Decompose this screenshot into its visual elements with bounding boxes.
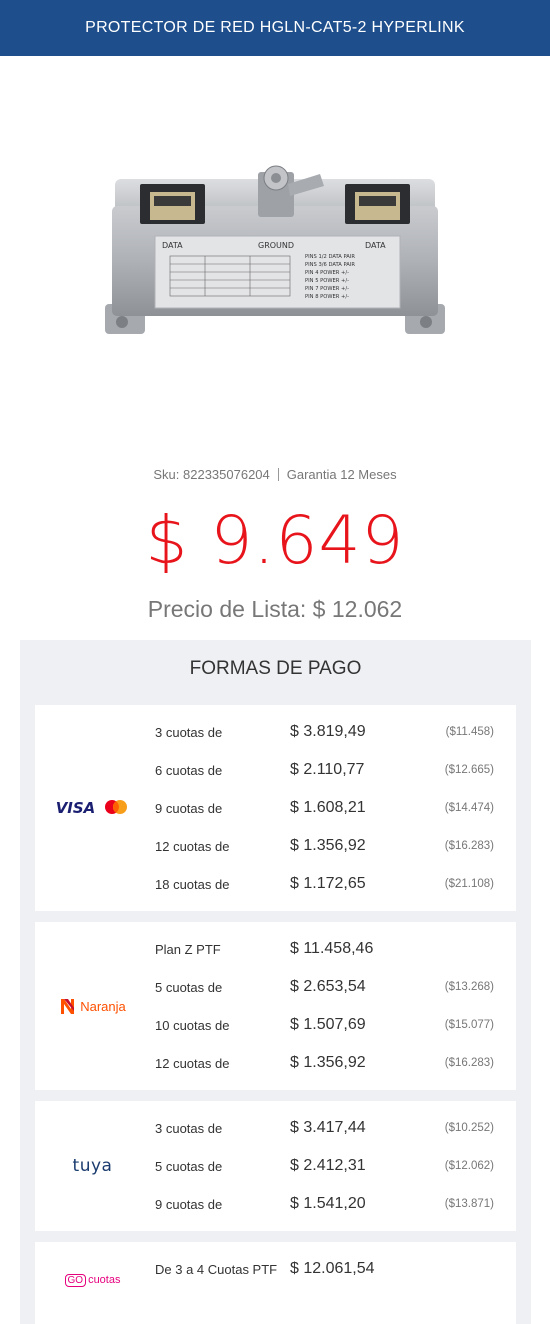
- installment-total: ($13.268): [444, 981, 494, 993]
- pin-label: PIN 5 POWER +/-: [305, 278, 349, 284]
- installment-amount: $ 1.507,69: [290, 1016, 366, 1033]
- installment-label: 18 cuotas de: [155, 876, 230, 892]
- product-price: $ 9.649: [145, 502, 405, 579]
- payment-card-tuya: tuya 3 cuotas de $ 3.417,44 ($10.252) 5 …: [35, 1101, 516, 1231]
- page-title: PROTECTOR DE RED HGLN-CAT5-2 HYPERLINK: [85, 19, 465, 36]
- installment-row: 5 cuotas de $ 2.653,54 ($13.268): [155, 968, 494, 1006]
- payment-methods-title: FORMAS DE PAGO: [189, 658, 362, 679]
- installment-amount: $ 2.412,31: [290, 1157, 366, 1174]
- installment-row: 3 cuotas de $ 3.819,49 ($11.458): [155, 713, 494, 751]
- installment-total: ($14.474): [444, 802, 494, 814]
- installment-label: 9 cuotas de: [155, 1196, 223, 1212]
- installment-total: ($15.077): [444, 1019, 494, 1031]
- installment-amount: $ 1.356,92: [290, 837, 366, 854]
- image-label-data-right: DATA: [365, 241, 386, 250]
- installment-label: 9 cuotas de: [155, 800, 223, 816]
- installment-label: 12 cuotas de: [155, 838, 230, 854]
- product-meta: Sku: 822335076204 Garantia 12 Meses: [0, 467, 550, 482]
- gocuotas-logo: GO cuotas: [35, 1262, 150, 1298]
- installment-row: 18 cuotas de $ 1.172,65 ($21.108): [155, 865, 494, 903]
- installment-amount: $ 2.110,77: [290, 761, 365, 778]
- installment-row: 5 cuotas de $ 2.412,31 ($12.062): [155, 1147, 494, 1185]
- installment-total: ($13.871): [444, 1198, 494, 1210]
- installment-total: ($10.252): [444, 1122, 494, 1134]
- installment-label: 5 cuotas de: [155, 979, 223, 995]
- installment-label: 12 cuotas de: [155, 1055, 230, 1071]
- payment-card-visa-mastercard: VISA 3 cuotas de $ 3.819,49 ($11.458) 6 …: [35, 705, 516, 911]
- installment-amount: $ 3.819,49: [290, 723, 366, 740]
- payment-methods-panel: FORMAS DE PAGO VISA 3 cuotas de $ 3.819,…: [20, 640, 531, 1324]
- installment-row: 9 cuotas de $ 1.608,21 ($14.474): [155, 789, 494, 827]
- mastercard-icon: [105, 800, 128, 814]
- pin-label: PINS 1/2 DATA PAIR: [305, 254, 355, 260]
- image-label-data-left: DATA: [162, 241, 183, 250]
- payment-card-naranja: Naranja Plan Z PTF $ 11.458,46 5 cuotas …: [35, 922, 516, 1090]
- visa-mastercard-logo: VISA: [35, 705, 150, 911]
- installment-label: 3 cuotas de: [155, 724, 223, 740]
- installment-amount: $ 1.172,65: [290, 875, 366, 892]
- pin-label: PIN 4 POWER +/-: [305, 270, 349, 276]
- installment-row: 12 cuotas de $ 1.356,92 ($16.283): [155, 1044, 494, 1082]
- list-price: Precio de Lista: $ 12.062: [147, 596, 403, 622]
- payment-card-gocuotas: GO cuotas De 3 a 4 Cuotas PTF $ 12.061,5…: [35, 1242, 516, 1324]
- installment-label: 10 cuotas de: [155, 1017, 230, 1033]
- installment-total: ($11.458): [445, 726, 494, 738]
- installment-row: 9 cuotas de $ 1.541,20 ($13.871): [155, 1185, 494, 1223]
- network-protector-image: DATA GROUND DATA PINS 1/2 DATA PAIR PINS…: [105, 165, 445, 334]
- naranja-logo-text: Naranja: [80, 998, 126, 1014]
- naranja-icon: [61, 999, 75, 1014]
- installment-label: 5 cuotas de: [155, 1158, 223, 1174]
- gocuotas-logo-text: cuotas: [88, 1274, 121, 1286]
- installment-amount: $ 1.356,92: [290, 1054, 366, 1071]
- installment-label: 6 cuotas de: [155, 762, 223, 778]
- tuya-logo-text: tuya: [72, 1156, 113, 1176]
- installment-amount: $ 12.061,54: [290, 1260, 375, 1277]
- installment-amount: $ 2.653,54: [290, 978, 366, 995]
- installment-row: 12 cuotas de $ 1.356,92 ($16.283): [155, 827, 494, 865]
- installment-total: ($16.283): [444, 840, 494, 852]
- installment-total: ($12.665): [444, 764, 494, 776]
- visa-logo-text: VISA: [55, 799, 96, 817]
- installment-total: ($21.108): [444, 878, 494, 890]
- warranty-label: Garantia 12 Meses: [286, 467, 397, 482]
- installment-total: ($12.062): [444, 1160, 494, 1172]
- tuya-logo: tuya: [35, 1101, 150, 1231]
- installment-label: Plan Z PTF: [155, 941, 221, 957]
- naranja-logo: Naranja: [35, 922, 150, 1090]
- installment-row: 6 cuotas de $ 2.110,77 ($12.665): [155, 751, 494, 789]
- installment-amount: $ 1.608,21: [290, 799, 366, 816]
- meta-divider: [277, 468, 279, 481]
- pin-label: PIN 8 POWER +/-: [305, 294, 349, 300]
- sku-label: Sku: 822335076204: [153, 467, 270, 482]
- pin-label: PINS 3/6 DATA PAIR: [305, 262, 355, 268]
- image-label-ground: GROUND: [258, 241, 294, 250]
- installment-label: De 3 a 4 Cuotas PTF: [155, 1261, 278, 1277]
- installment-row: 3 cuotas de $ 3.417,44 ($10.252): [155, 1109, 494, 1147]
- installment-total: ($16.283): [444, 1057, 494, 1069]
- gocuotas-logo-go: GO: [64, 1273, 87, 1287]
- product-image[interactable]: DATA GROUND DATA PINS 1/2 DATA PAIR PINS…: [0, 56, 550, 451]
- installment-amount: $ 1.541,20: [290, 1195, 366, 1212]
- pin-label: PIN 7 POWER +/-: [305, 286, 349, 292]
- page-header: PROTECTOR DE RED HGLN-CAT5-2 HYPERLINK: [0, 0, 550, 56]
- installment-row: 10 cuotas de $ 1.507,69 ($15.077): [155, 1006, 494, 1044]
- installment-label: 3 cuotas de: [155, 1120, 223, 1136]
- installment-row: Plan Z PTF $ 11.458,46: [155, 930, 494, 968]
- installment-amount: $ 11.458,46: [290, 940, 374, 957]
- installment-amount: $ 3.417,44: [290, 1119, 366, 1136]
- installment-row: De 3 a 4 Cuotas PTF $ 12.061,54: [155, 1250, 494, 1288]
